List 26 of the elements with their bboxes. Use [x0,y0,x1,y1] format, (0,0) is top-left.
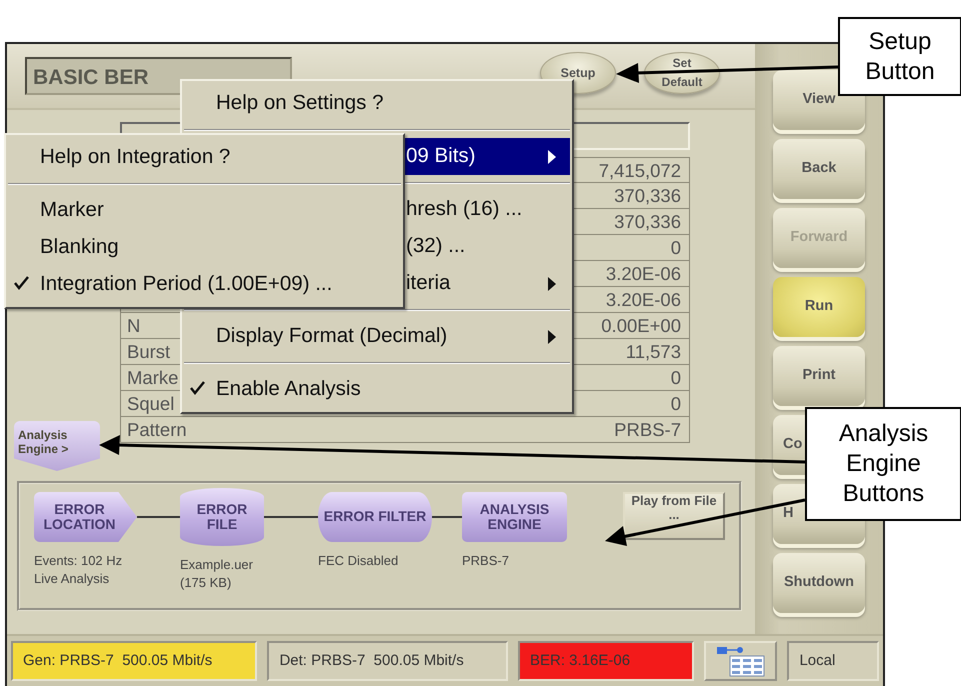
row-label: Marke [127,367,178,388]
row-value: 3.20E-06 [606,289,681,310]
row-label: Burst [127,341,170,362]
row-label: N [127,315,140,336]
row-value: 370,336 [614,211,681,232]
row-label: Pattern [127,419,187,440]
callout-tooltip: Setup Button [838,17,961,96]
row-value: 7,415,072 [598,160,681,181]
node-caption: FEC Disabled [318,552,400,570]
row-value: 0 [670,367,681,388]
callout-tooltip: Analysis Engine Buttons [805,407,961,521]
row-value: PRBS-7 [614,419,681,440]
row-value: 0 [670,237,681,258]
row-value: 3.20E-06 [606,263,681,284]
status-field: BER: 3.16E-06 [518,641,694,681]
status-field: Det: PRBS-7 500.05 Mbit/s [267,641,508,681]
status-field: Gen: PRBS-7 500.05 Mbit/s [11,641,258,681]
row-value: 370,336 [614,185,681,206]
row-value: 0 [670,393,681,414]
node-caption: PRBS-7 [462,552,510,570]
row-value: 11,573 [626,341,681,362]
row-value: 0.00E+00 [601,315,681,336]
node-caption: Events: 102 Hz Live Analysis [34,552,124,588]
node-caption: Example.uer (175 KB) [180,556,254,592]
row-label: Squel [127,393,174,414]
status-field: Local [787,641,879,681]
